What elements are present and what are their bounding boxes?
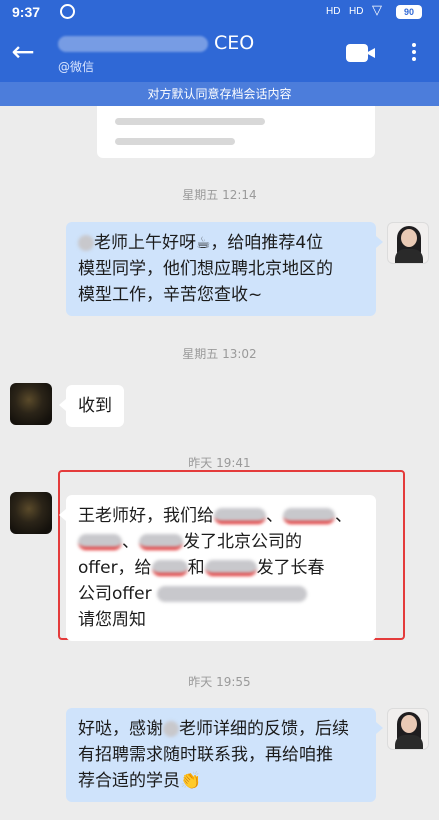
signal-icon: HD (349, 6, 364, 17)
previous-card[interactable] (97, 106, 375, 158)
sent-message[interactable]: 老师上午好呀☕，给咱推荐4位 模型同学，他们想应聘北京地区的 模型工作，辛苦您查… (66, 222, 383, 316)
battery-icon: 90 (396, 5, 422, 19)
alarm-icon (60, 4, 75, 19)
redacted-text (78, 235, 94, 251)
archive-notice: 对方默认同意存档会话内容 (0, 82, 439, 106)
redacted-text (214, 508, 266, 524)
video-call-icon[interactable] (346, 42, 376, 64)
received-message[interactable]: 收到 (59, 385, 124, 427)
coffee-icon: ☕ (196, 233, 211, 252)
redacted-text (151, 560, 188, 576)
received-message[interactable]: 王老师好，我们给、、 、发了北京公司的 offer，给和发了长春 公司offer… (59, 495, 376, 641)
timestamp: 昨天 19:41 (188, 456, 251, 470)
timestamp: 星期五 13:02 (182, 347, 257, 361)
my-avatar[interactable] (387, 222, 429, 264)
redacted-text (204, 560, 257, 576)
redacted-name (58, 35, 208, 52)
redacted-text (156, 586, 307, 602)
sent-message[interactable]: 好哒，感谢 老师详细的反馈，后续 有招聘需求随时联系我，再给咱推 荐合适的学员👏 (66, 708, 383, 802)
chat-subtitle: @微信 (58, 60, 95, 74)
redacted-text (163, 721, 179, 737)
clap-icon: 👏 (180, 771, 202, 791)
contact-avatar[interactable] (10, 492, 52, 534)
my-avatar[interactable] (387, 708, 429, 750)
timestamp: 星期五 12:14 (182, 188, 257, 202)
wifi-icon: ▽ (372, 3, 382, 18)
signal-icon: HD (326, 6, 341, 17)
timestamp: 昨天 19:55 (188, 675, 251, 689)
redacted-text (78, 534, 122, 550)
contact-avatar[interactable] (10, 383, 52, 425)
more-menu-icon[interactable] (406, 40, 422, 68)
status-time: 9:37 (12, 4, 41, 20)
chat-header: ← CEO @微信 (0, 26, 439, 82)
status-bar: 9:37 HD HD ▽ 90 (0, 0, 439, 26)
chat-title: CEO (58, 32, 254, 54)
redacted-text (139, 534, 183, 550)
back-arrow-icon[interactable]: ← (8, 36, 38, 70)
redacted-text (283, 508, 335, 524)
